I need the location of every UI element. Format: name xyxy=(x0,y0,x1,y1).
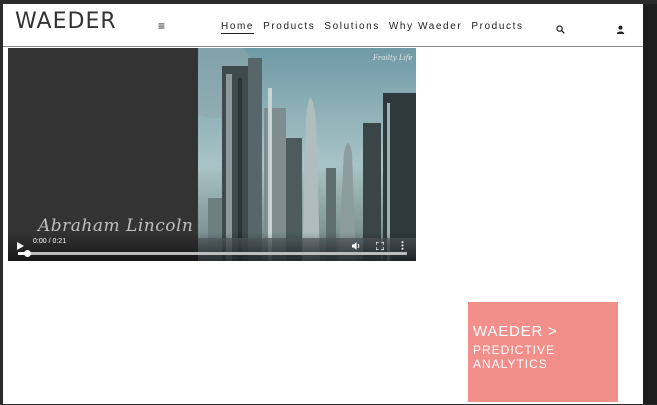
time-display: 0:00 / 0:21 xyxy=(33,238,67,245)
nav-link-why-waeder[interactable]: Why Waeder xyxy=(389,21,462,34)
nav-link-products[interactable]: Products xyxy=(263,21,315,34)
progress-bar[interactable] xyxy=(18,250,407,257)
card-subtitle: PREDICTIVE ANALYTICS xyxy=(473,343,556,371)
page: WAEDER ≡ Home Products Solutions Why Wae… xyxy=(3,4,643,404)
progress-thumb[interactable] xyxy=(23,250,31,257)
site-header: WAEDER ≡ Home Products Solutions Why Wae… xyxy=(3,4,643,47)
video-controls: 0:00 / 0:21 xyxy=(8,232,416,261)
search-icon[interactable] xyxy=(556,21,565,39)
nav-link-solutions[interactable]: Solutions xyxy=(324,21,380,34)
main-nav: Home Products Solutions Why Waeder Produ… xyxy=(221,21,524,34)
video-watermark: Frailty Life xyxy=(373,54,413,62)
hamburger-menu-icon[interactable]: ≡ xyxy=(158,19,165,33)
video-frame-futuristic-city xyxy=(176,48,416,261)
card-title: WAEDER > xyxy=(473,323,558,340)
predictive-analytics-card[interactable]: WAEDER > PREDICTIVE ANALYTICS xyxy=(468,302,618,402)
video-player[interactable]: Abraham Lincoln Frailty Life 0:00 / 0:21 xyxy=(8,48,416,261)
logo[interactable]: WAEDER xyxy=(15,9,117,34)
nav-link-products-2[interactable]: Products xyxy=(471,21,523,34)
user-icon[interactable] xyxy=(616,21,625,39)
window-scrollbar[interactable] xyxy=(643,4,657,404)
nav-link-home[interactable]: Home xyxy=(221,21,255,34)
